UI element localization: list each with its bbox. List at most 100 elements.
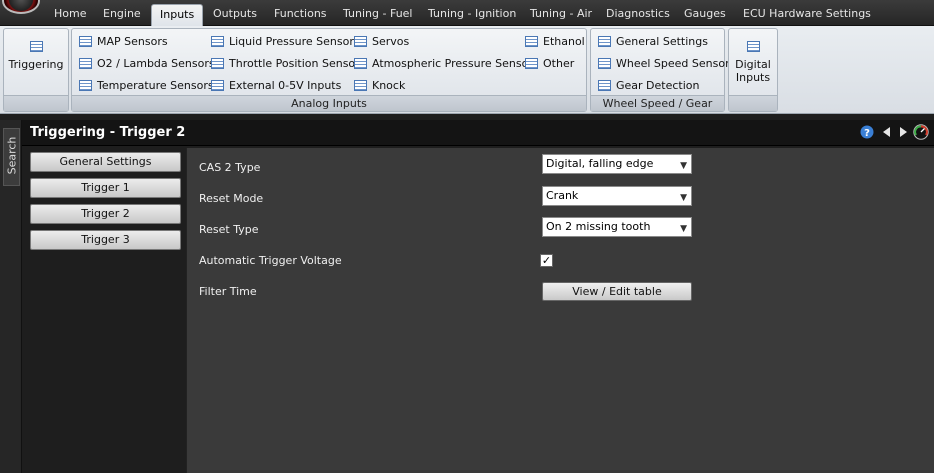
main-menu-bar: Home Engine Inputs Outputs Functions Tun…	[0, 0, 934, 26]
table-icon	[211, 80, 224, 91]
cas2-type-value: Digital, falling edge	[546, 157, 654, 170]
ribbon-group-triggering: Triggering	[3, 28, 69, 112]
reset-type-select[interactable]: On 2 missing tooth ▼	[542, 217, 692, 237]
ribbon-group-digital-inputs: Digital Inputs	[728, 28, 778, 112]
atmospheric-pressure-sensor-button[interactable]: Atmospheric Pressure Sensor	[352, 55, 533, 73]
nav-trigger-2[interactable]: Trigger 2	[30, 204, 181, 224]
reset-mode-select[interactable]: Crank ▼	[542, 186, 692, 206]
back-arrow-icon[interactable]	[880, 125, 894, 139]
ribbon-group-label: Analog Inputs	[72, 95, 586, 111]
table-icon	[598, 36, 611, 47]
tab-diagnostics[interactable]: Diagnostics	[598, 4, 678, 26]
search-tab-label: Search	[5, 136, 19, 175]
general-settings-button[interactable]: General Settings	[596, 33, 708, 51]
table-icon	[79, 58, 92, 69]
reset-mode-label: Reset Mode	[199, 192, 264, 205]
general-settings-label: General Settings	[616, 35, 708, 48]
map-sensors-button[interactable]: MAP Sensors	[77, 33, 168, 51]
tab-engine[interactable]: Engine	[95, 4, 149, 26]
digital-inputs-label: Digital Inputs	[735, 58, 771, 84]
o2-lambda-sensors-label: O2 / Lambda Sensors	[97, 57, 215, 70]
table-icon	[746, 41, 760, 52]
table-icon	[354, 36, 367, 47]
tab-home[interactable]: Home	[46, 4, 94, 26]
settings-panel: CAS 2 Type Digital, falling edge ▼ Reset…	[186, 148, 934, 473]
table-icon	[211, 58, 224, 69]
ribbon-group-label: Wheel Speed / Gear	[591, 95, 724, 111]
external-0-5v-inputs-label: External 0-5V Inputs	[229, 79, 342, 92]
liquid-pressure-sensors-label: Liquid Pressure Sensors	[229, 35, 360, 48]
ribbon-group-label	[729, 95, 777, 111]
ribbon-group-wheel-speed-gear: General Settings Wheel Speed Sensor Gear…	[590, 28, 730, 112]
tab-tuning-fuel[interactable]: Tuning - Fuel	[335, 4, 421, 26]
o2-lambda-sensors-button[interactable]: O2 / Lambda Sensors	[77, 55, 215, 73]
throttle-position-sensor-label: Throttle Position Sensor	[229, 57, 360, 70]
chevron-down-icon: ▼	[680, 193, 687, 203]
nav-general-settings[interactable]: General Settings	[30, 152, 181, 172]
svg-text:?: ?	[864, 128, 870, 139]
tab-tuning-ignition[interactable]: Tuning - Ignition	[420, 4, 524, 26]
tab-inputs[interactable]: Inputs	[151, 4, 204, 26]
other-button[interactable]: Other	[523, 55, 574, 73]
forward-arrow-icon[interactable]	[896, 125, 910, 139]
ethanol-label: Ethanol	[543, 35, 585, 48]
view-edit-table-button[interactable]: View / Edit table	[542, 282, 692, 301]
table-icon	[354, 80, 367, 91]
table-icon	[211, 36, 224, 47]
cas2-type-label: CAS 2 Type	[199, 161, 261, 174]
external-0-5v-inputs-button[interactable]: External 0-5V Inputs	[209, 77, 341, 95]
nav-trigger-3[interactable]: Trigger 3	[30, 230, 181, 250]
triggering-label: Triggering	[8, 58, 64, 71]
chevron-down-icon: ▼	[680, 161, 687, 171]
table-icon	[29, 41, 43, 52]
app-logo-icon[interactable]	[2, 0, 40, 14]
search-tab[interactable]: Search	[3, 128, 20, 186]
nav-trigger-1[interactable]: Trigger 1	[30, 178, 181, 198]
reset-mode-value: Crank	[546, 189, 579, 202]
tab-functions[interactable]: Functions	[266, 4, 335, 26]
ribbon-toolbar: Triggering MAP Sensors O2 / Lambda Senso…	[0, 26, 934, 114]
table-icon	[525, 36, 538, 47]
gear-detection-button[interactable]: Gear Detection	[596, 77, 700, 95]
liquid-pressure-sensors-button[interactable]: Liquid Pressure Sensors	[209, 33, 360, 51]
table-icon	[598, 58, 611, 69]
gear-detection-label: Gear Detection	[616, 79, 700, 92]
filter-time-label: Filter Time	[199, 285, 257, 298]
ribbon-group-analog-inputs: MAP Sensors O2 / Lambda Sensors Temperat…	[71, 28, 587, 112]
side-panel: Search	[0, 120, 22, 473]
knock-label: Knock	[372, 79, 406, 92]
table-icon	[598, 80, 611, 91]
table-icon	[354, 58, 367, 69]
temperature-sensors-button[interactable]: Temperature Sensors	[77, 77, 214, 95]
servos-label: Servos	[372, 35, 410, 48]
gauge-icon[interactable]	[913, 124, 929, 140]
page-header: Triggering - Trigger 2 ?	[22, 120, 934, 146]
other-label: Other	[543, 57, 575, 70]
tab-ecu-hardware-settings[interactable]: ECU Hardware Settings	[735, 4, 879, 26]
auto-trigger-voltage-checkbox[interactable]: ✓	[540, 254, 553, 267]
throttle-position-sensor-button[interactable]: Throttle Position Sensor	[209, 55, 360, 73]
tab-outputs[interactable]: Outputs	[205, 4, 265, 26]
map-sensors-label: MAP Sensors	[97, 35, 168, 48]
digital-inputs-button[interactable]: Digital Inputs	[731, 41, 775, 84]
reset-type-label: Reset Type	[199, 223, 259, 236]
tab-gauges[interactable]: Gauges	[676, 4, 734, 26]
servos-button[interactable]: Servos	[352, 33, 409, 51]
table-icon	[79, 80, 92, 91]
temperature-sensors-label: Temperature Sensors	[97, 79, 214, 92]
ethanol-button[interactable]: Ethanol	[523, 33, 585, 51]
triggering-button[interactable]: Triggering	[8, 41, 64, 71]
checkmark-icon: ✓	[541, 254, 552, 267]
chevron-down-icon: ▼	[680, 224, 687, 234]
help-icon[interactable]: ?	[860, 125, 874, 139]
page-title: Triggering - Trigger 2	[30, 125, 186, 140]
knock-button[interactable]: Knock	[352, 77, 405, 95]
cas2-type-select[interactable]: Digital, falling edge ▼	[542, 154, 692, 174]
ribbon-group-label	[4, 95, 68, 111]
table-icon	[525, 58, 538, 69]
table-icon	[79, 36, 92, 47]
auto-trigger-voltage-label: Automatic Trigger Voltage	[199, 254, 342, 267]
trigger-nav: General Settings Trigger 1 Trigger 2 Tri…	[22, 146, 186, 473]
wheel-speed-sensor-button[interactable]: Wheel Speed Sensor	[596, 55, 730, 73]
tab-tuning-air[interactable]: Tuning - Air	[522, 4, 600, 26]
